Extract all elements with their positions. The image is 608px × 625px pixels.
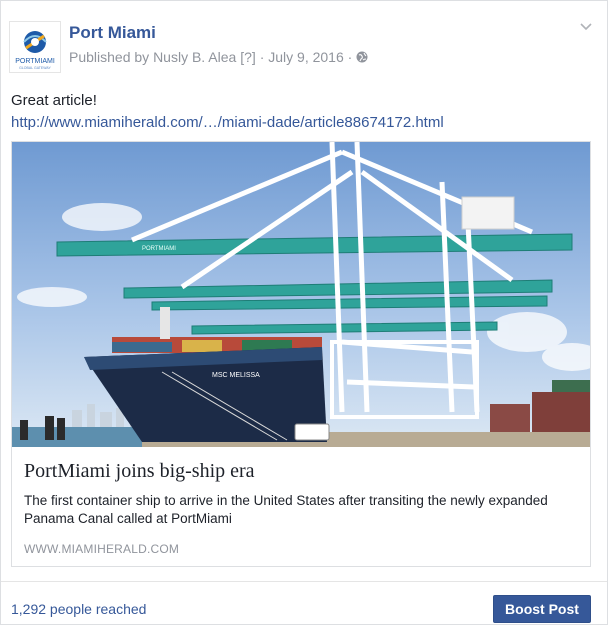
portmiami-logo: PORTMIAMI GLOBAL GATEWAY <box>15 31 55 70</box>
author-help-link[interactable]: [?] <box>240 49 256 65</box>
published-by-label: Published by <box>69 49 150 65</box>
meta-separator: · <box>259 49 265 65</box>
ship-name: MSC MELISSA <box>212 372 260 379</box>
post-date[interactable]: July 9, 2016 <box>268 49 344 65</box>
meta-separator-2: · <box>347 49 353 65</box>
logo-subtext: GLOBAL GATEWAY <box>19 66 51 70</box>
boost-post-button[interactable]: Boost Post <box>493 595 591 623</box>
link-preview-domain: WWW.MIAMIHERALD.COM <box>24 542 180 556</box>
crane-label: PORTMIAMI <box>142 246 176 252</box>
page-name-link[interactable]: Port Miami <box>69 23 156 43</box>
chevron-down-icon[interactable] <box>577 19 595 33</box>
globe-icon[interactable] <box>356 51 368 63</box>
post-header: PORTMIAMI GLOBAL GATEWAY Port Miami Publ… <box>9 17 599 77</box>
crane-cab <box>461 196 515 230</box>
author-name[interactable]: Nusly B. Alea <box>153 49 236 65</box>
link-preview-image[interactable]: PORTMIAMI MSC MELISSA <box>12 142 590 447</box>
post-message: Great article! <box>11 92 97 109</box>
post-card: PORTMIAMI GLOBAL GATEWAY Port Miami Publ… <box>0 0 608 625</box>
people-reached-link[interactable]: 1,292 people reached <box>11 601 146 617</box>
page-avatar[interactable]: PORTMIAMI GLOBAL GATEWAY <box>9 21 61 73</box>
water <box>12 427 142 447</box>
link-preview-description: The first container ship to arrive in th… <box>24 493 548 526</box>
link-preview[interactable]: PORTMIAMI MSC MELISSA PortMiami joins bi… <box>11 141 591 567</box>
truck <box>294 423 330 441</box>
post-link[interactable]: http://www.miamiherald.com/…/miami-dade/… <box>11 113 444 133</box>
logo-text: PORTMIAMI <box>15 58 55 65</box>
link-preview-title[interactable]: PortMiami joins big-ship era <box>24 460 255 483</box>
footer-divider <box>1 581 607 582</box>
post-meta: Published by Nusly B. Alea [?] · July 9,… <box>69 49 368 65</box>
